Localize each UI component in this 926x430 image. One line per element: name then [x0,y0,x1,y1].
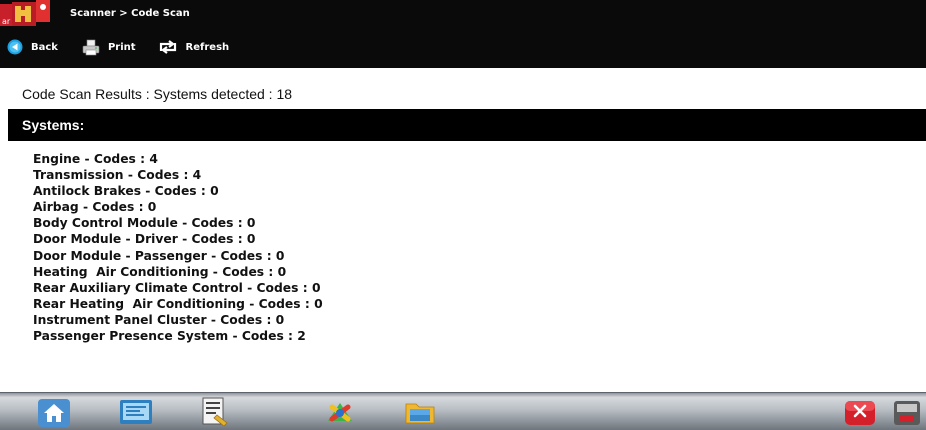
systems-list[interactable]: Engine - Codes : 4 Transmission - Codes … [33,151,913,391]
taskbar [0,392,926,430]
system-item[interactable]: Rear Auxiliary Climate Control - Codes :… [33,280,913,296]
refresh-button[interactable]: Refresh [158,35,230,59]
back-button[interactable]: Back [7,35,58,59]
toolbar: Back Print Refresh [0,34,926,60]
printer-icon [82,39,100,56]
scanner-icon[interactable] [116,395,156,429]
system-item[interactable]: Heating Air Conditioning - Codes : 0 [33,264,913,280]
print-button[interactable]: Print [82,35,136,59]
system-item[interactable]: Passenger Presence System - Codes : 2 [33,328,913,344]
systems-header: Systems: [8,109,926,141]
document-icon[interactable] [197,395,233,429]
systems-heading: Systems: [22,117,85,133]
system-item[interactable]: Airbag - Codes : 0 [33,199,913,215]
folder-icon[interactable] [402,395,438,429]
settings-icon[interactable] [888,395,924,429]
system-item[interactable]: Instrument Panel Cluster - Codes : 0 [33,312,913,328]
system-item[interactable]: Door Module - Driver - Codes : 0 [33,231,913,247]
system-item[interactable]: Transmission - Codes : 4 [33,167,913,183]
breadcrumb: Scanner > Code Scan [70,8,190,19]
tools-icon[interactable] [322,395,358,429]
back-label: Back [31,41,58,53]
system-item[interactable]: Rear Heating Air Conditioning - Codes : … [33,296,913,312]
refresh-icon [158,39,178,55]
home-icon[interactable] [36,395,72,429]
system-item[interactable]: Engine - Codes : 4 [33,151,913,167]
back-icon [7,39,23,55]
svg-text:ar: ar [2,17,11,26]
exit-icon[interactable] [842,395,878,429]
refresh-label: Refresh [185,41,230,53]
system-item[interactable]: Door Module - Passenger - Codes : 0 [33,248,913,264]
top-header: ar Scanner > Code Scan Back Print Refres… [0,0,926,68]
app-logo: ar [0,0,64,28]
system-item[interactable]: Antilock Brakes - Codes : 0 [33,183,913,199]
system-item[interactable]: Body Control Module - Codes : 0 [33,215,913,231]
print-label: Print [107,41,136,53]
results-summary: Code Scan Results : Systems detected : 1… [22,86,293,102]
